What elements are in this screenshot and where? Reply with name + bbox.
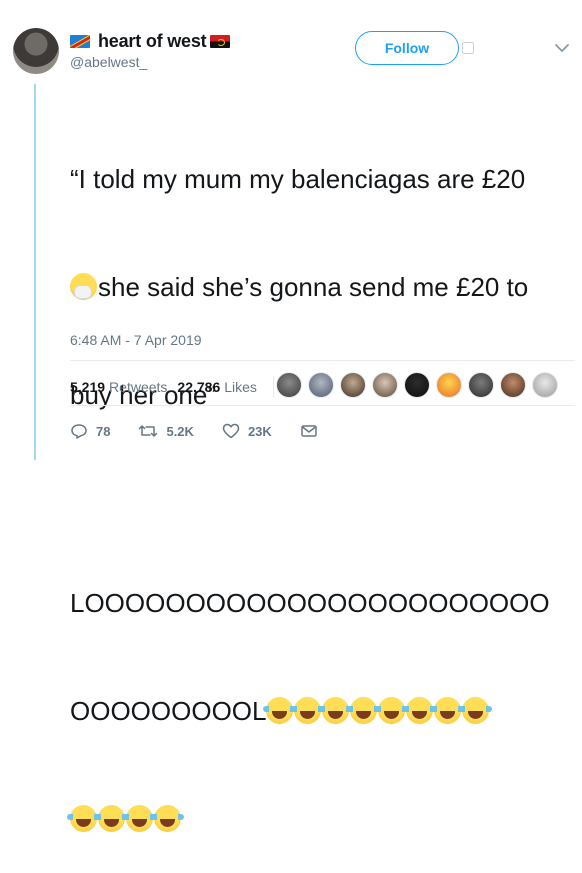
tweet-line-text: she said she’s gonna send me £20 to — [98, 272, 529, 302]
name-row[interactable]: heart of west — [70, 30, 231, 52]
thread-connector-line — [34, 84, 36, 460]
divider — [70, 360, 575, 361]
reply-icon — [71, 424, 87, 439]
stats-separator — [272, 376, 274, 398]
face-with-tears-of-joy-icon — [431, 697, 465, 724]
likes-count[interactable]: 22,786 — [177, 379, 220, 395]
tweet-line-text: OOOOOOOOOL — [70, 696, 267, 726]
face-with-tears-of-joy-icon — [95, 805, 128, 832]
retweet-icon — [139, 425, 158, 437]
drc-flag-icon — [70, 34, 90, 48]
follow-menu-icon — [462, 42, 474, 54]
tweet-line: OOOOOOOOOL — [70, 693, 575, 729]
liker-avatar[interactable] — [372, 372, 398, 398]
like-action[interactable]: 23K — [222, 423, 272, 439]
direct-message-action[interactable] — [300, 423, 326, 439]
face-with-tears-of-joy-icon — [291, 697, 325, 724]
tweet-line — [67, 801, 575, 837]
face-with-tears-of-joy-icon — [459, 697, 493, 724]
retweet-action[interactable]: 5.2K — [138, 423, 194, 439]
reply-action[interactable]: 78 — [70, 423, 110, 439]
user-handle[interactable]: @abelwest_ — [70, 54, 230, 70]
tweet-actions: 78 5.2K 23K — [70, 423, 354, 439]
tweet-line: she said she’s gonna send me £20 to — [70, 269, 575, 305]
avatar[interactable] — [13, 28, 59, 74]
chevron-down-icon[interactable] — [553, 40, 571, 56]
tweet-text: “I told my mum my balenciagas are £20 sh… — [67, 89, 575, 873]
face-with-tears-of-joy-icon — [319, 697, 353, 724]
display-name[interactable]: heart of west — [98, 31, 207, 52]
heart-icon — [222, 423, 240, 439]
face-with-tears-of-joy-icon — [67, 805, 100, 832]
liker-avatar[interactable] — [340, 372, 366, 398]
tweet-stats: 5,219 Retweets 22,786 Likes — [70, 376, 274, 398]
face-with-tears-of-joy-icon — [151, 805, 184, 832]
reply-count: 78 — [96, 423, 111, 439]
retweet-count: 5.2K — [166, 423, 194, 439]
liker-avatar[interactable] — [308, 372, 334, 398]
tweet-line: “I told my mum my balenciagas are £20 — [70, 164, 526, 194]
retweets-count[interactable]: 5,219 — [70, 379, 105, 395]
face-with-tears-of-joy-icon — [347, 697, 381, 724]
follow-button[interactable]: Follow — [355, 31, 459, 65]
liker-avatar[interactable] — [436, 372, 462, 398]
tweet-timestamp[interactable]: 6:48 AM - 7 Apr 2019 — [70, 332, 202, 348]
retweets-label[interactable]: Retweets — [109, 379, 167, 395]
liker-avatar[interactable] — [532, 372, 558, 398]
liker-avatar[interactable] — [500, 372, 526, 398]
tweet-line: LOOOOOOOOOOOOOOOOOOOOOOO — [70, 588, 550, 618]
angola-flag-icon — [210, 34, 231, 48]
envelope-icon — [301, 425, 317, 437]
liker-avatar[interactable] — [468, 372, 494, 398]
like-count: 23K — [247, 423, 272, 439]
divider — [70, 405, 575, 406]
likes-label[interactable]: Likes — [224, 379, 257, 395]
liker-avatars — [276, 372, 564, 398]
face-with-tears-of-joy-icon — [375, 697, 409, 724]
sneezing-face-icon — [70, 273, 97, 300]
tweet-header: heart of west @abelwest_ — [70, 30, 231, 70]
face-with-tears-of-joy-icon — [403, 697, 437, 724]
face-with-tears-of-joy-icon — [123, 805, 156, 832]
liker-avatar[interactable] — [404, 372, 430, 398]
face-with-tears-of-joy-icon — [263, 697, 297, 724]
liker-avatar[interactable] — [276, 372, 302, 398]
